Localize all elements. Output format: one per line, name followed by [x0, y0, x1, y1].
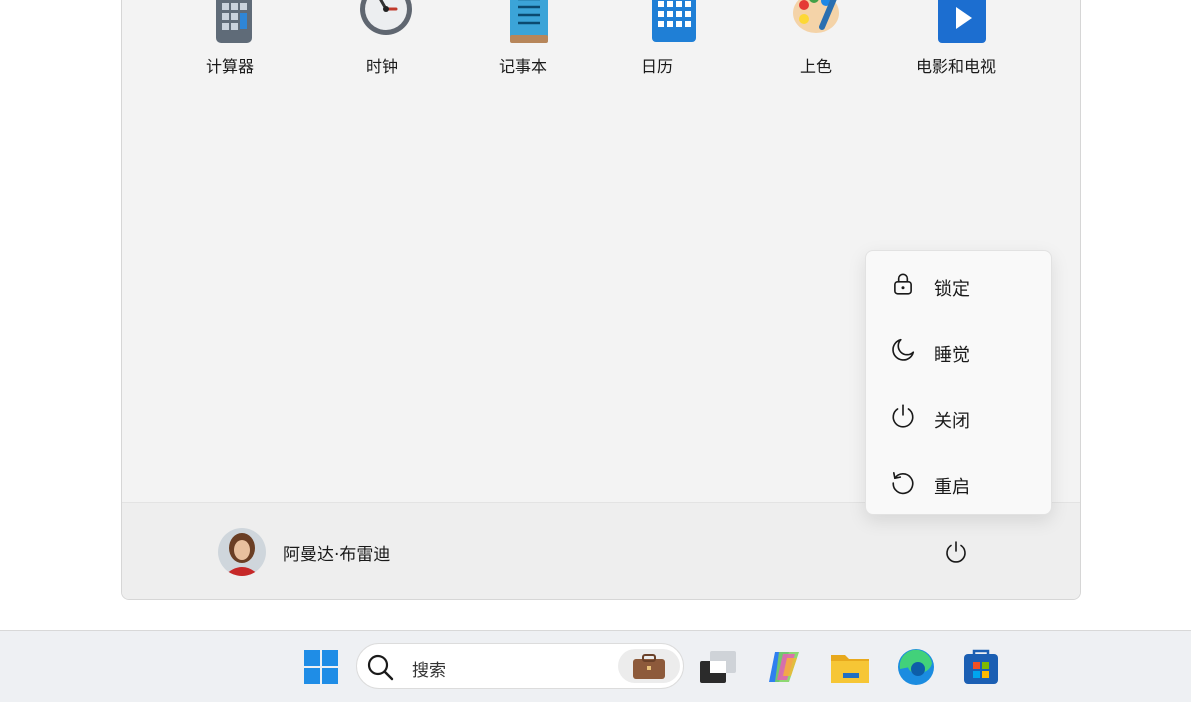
app-label: 记事本: [498, 57, 547, 76]
edge-icon: [898, 649, 934, 685]
power-flyout-menu: 锁定 睡觉 关闭 重启: [865, 250, 1052, 515]
app-label: 时钟: [365, 57, 398, 76]
task-view-icon: [700, 651, 736, 683]
start-menu-footer: 阿曼达·布雷迪: [122, 502, 1080, 599]
file-explorer-icon: [831, 655, 869, 683]
store-button[interactable]: [962, 648, 1000, 690]
app-label: 计算器: [205, 57, 254, 76]
app-tile-calendar[interactable]: 日历: [587, 0, 727, 89]
menu-item-label: 关闭: [934, 411, 970, 432]
menu-item-sleep[interactable]: 睡觉: [870, 321, 1047, 379]
app-tile-clock[interactable]: 时钟: [312, 0, 452, 89]
edge-button[interactable]: [896, 647, 936, 691]
menu-item-lock[interactable]: 锁定: [870, 255, 1047, 313]
app-label: 电影和电视: [915, 57, 996, 76]
lock-icon: [894, 273, 912, 295]
start-icon: [304, 650, 338, 684]
search-input[interactable]: 搜索: [356, 643, 684, 689]
avatar[interactable]: [218, 528, 266, 576]
app-tile-notepad[interactable]: 记事本: [453, 0, 593, 89]
user-name[interactable]: 阿曼达·布雷迪: [283, 540, 390, 565]
start-button[interactable]: [303, 649, 339, 689]
work-briefcase-icon: [633, 654, 665, 679]
menu-item-label: 重启: [934, 477, 970, 498]
menu-item-label: 睡觉: [934, 345, 970, 366]
power-icon: [892, 404, 914, 428]
menu-item-label: 锁定: [934, 279, 970, 300]
app-tile-movies-tv[interactable]: 电影和电视: [886, 0, 1026, 89]
app-label: 上色: [799, 57, 832, 76]
search-placeholder: 搜索: [412, 661, 446, 681]
clock-icon: [358, 0, 412, 45]
paint-icon: [792, 0, 844, 45]
notepad-icon: [509, 0, 561, 45]
power-button[interactable]: [940, 536, 972, 568]
calculator-icon: [214, 0, 266, 45]
search-icon: [365, 652, 395, 682]
app-tile-paint[interactable]: 上色: [746, 0, 886, 89]
calendar-icon: [651, 0, 703, 45]
taskbar: 搜索: [0, 630, 1191, 702]
store-icon: [964, 649, 998, 684]
app-tile-calculator[interactable]: 计算器: [160, 0, 300, 89]
moon-icon: [892, 338, 915, 361]
pinned-apps-row: 计算器 时钟 记事本 日历 上色 电影和电视: [122, 0, 1080, 89]
desktop: 计算器 时钟 记事本 日历 上色 电影和电视 阿曼达·布雷迪 锁定 睡觉 关闭 …: [0, 0, 1191, 702]
menu-item-shutdown[interactable]: 关闭: [870, 387, 1047, 445]
menu-item-restart[interactable]: 重启: [870, 453, 1047, 511]
app-label: 日历: [640, 57, 673, 76]
copilot-button[interactable]: [765, 648, 803, 690]
power-icon: [946, 541, 966, 563]
search-highlight-button[interactable]: [618, 649, 680, 683]
file-explorer-button[interactable]: [830, 651, 870, 689]
task-view-button[interactable]: [699, 649, 737, 689]
movies-tv-icon: [936, 0, 988, 45]
restart-icon: [892, 471, 914, 495]
copilot-icon: [769, 652, 799, 682]
